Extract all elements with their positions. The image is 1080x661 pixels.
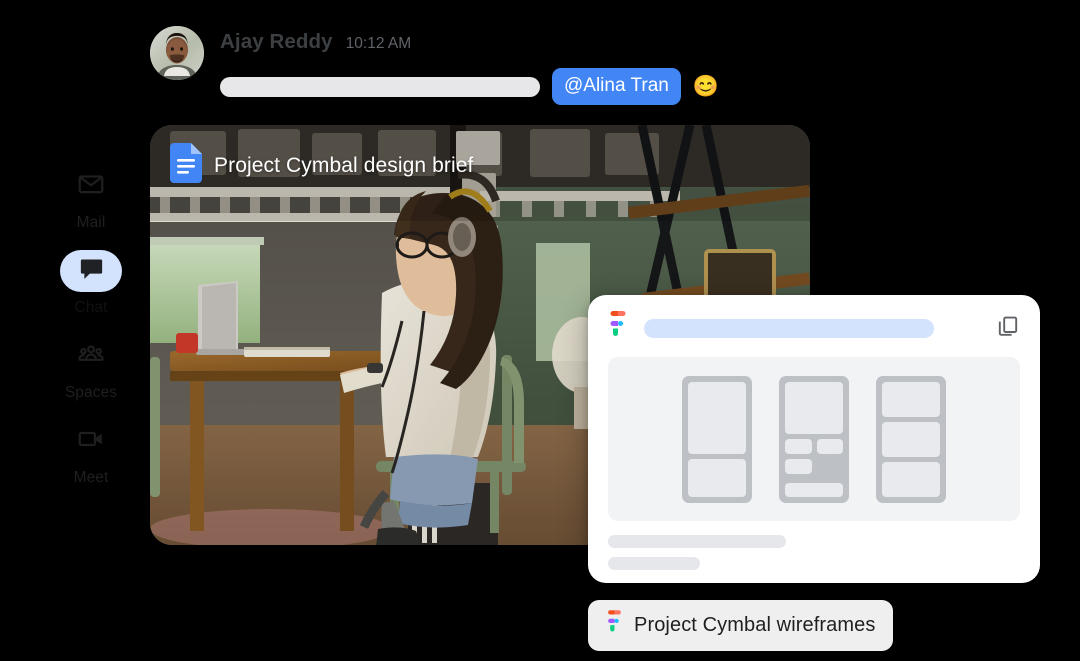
spaces-pill xyxy=(60,335,122,377)
avatar[interactable] xyxy=(150,26,204,80)
meet-pill xyxy=(60,420,122,462)
figma-canvas xyxy=(608,357,1020,521)
doc-attachment-title: Project Cymbal design brief xyxy=(214,153,474,177)
wireframe-block xyxy=(785,438,812,454)
footer-placeholder-line xyxy=(608,535,786,548)
sidebar-item-spaces[interactable]: Spaces xyxy=(52,335,130,402)
wireframe-block xyxy=(882,421,940,457)
message-timestamp: 10:12 AM xyxy=(345,35,412,52)
mention-chip[interactable]: @Alina Tran xyxy=(552,68,681,105)
sidebar-nav: Mail Chat Spaces Meet xyxy=(52,165,130,487)
message-meta: Ajay Reddy 10:12 AM xyxy=(220,30,719,54)
figma-card-footer xyxy=(608,521,1020,570)
sidebar-item-spaces-label: Spaces xyxy=(64,384,118,401)
sidebar-item-mail-label: Mail xyxy=(76,214,106,231)
sidebar-item-meet-label: Meet xyxy=(73,469,109,486)
mail-pill xyxy=(60,165,122,207)
wireframe-frame-2 xyxy=(779,375,849,503)
footer-placeholder-line xyxy=(608,557,700,570)
figma-logo-icon xyxy=(606,610,623,641)
message-content: Ajay Reddy 10:12 AM @Alina Tran 😊 xyxy=(220,26,719,105)
doc-attachment-chip[interactable]: Project Cymbal design brief xyxy=(170,143,473,188)
sidebar-item-mail[interactable]: Mail xyxy=(52,165,130,232)
chat-pill xyxy=(60,250,122,292)
spaces-icon xyxy=(76,339,106,374)
smiling-face-emoji: 😊 xyxy=(692,75,719,98)
sidebar-item-chat-label: Chat xyxy=(74,299,108,316)
figma-card-header xyxy=(608,310,1020,346)
figma-file-chip-label: Project Cymbal wireframes xyxy=(634,614,876,636)
google-docs-icon xyxy=(170,143,202,188)
figma-file-chip[interactable]: Project Cymbal wireframes xyxy=(588,600,894,651)
wireframe-block xyxy=(785,482,843,497)
wireframe-block xyxy=(816,438,843,454)
chat-message: Ajay Reddy 10:12 AM @Alina Tran 😊 xyxy=(150,26,719,105)
message-text-placeholder xyxy=(220,76,540,97)
wireframe-block xyxy=(882,461,940,497)
message-author: Ajay Reddy xyxy=(220,30,333,53)
message-body: @Alina Tran 😊 xyxy=(220,68,719,105)
avatar-photo xyxy=(150,26,204,80)
figma-title-placeholder xyxy=(644,318,934,338)
app-stage: Mail Chat Spaces Meet Ajay Reddy 10:12 A… xyxy=(0,0,1080,661)
mail-icon xyxy=(76,169,106,204)
wireframe-frame-1 xyxy=(682,375,752,503)
meet-icon xyxy=(76,424,106,459)
wireframe-block xyxy=(882,381,940,417)
wireframe-block-row xyxy=(785,438,843,454)
copy-icon[interactable] xyxy=(996,314,1020,343)
wireframe-block xyxy=(785,458,812,474)
chat-icon xyxy=(77,254,106,288)
figma-logo-icon xyxy=(608,310,628,346)
sidebar-item-chat[interactable]: Chat xyxy=(52,250,130,317)
figma-preview-card[interactable] xyxy=(588,295,1040,583)
wireframe-block xyxy=(785,381,843,434)
wireframe-block xyxy=(688,381,746,454)
sidebar-item-meet[interactable]: Meet xyxy=(52,420,130,487)
wireframe-block xyxy=(688,458,746,497)
wireframe-frame-3 xyxy=(876,375,946,503)
